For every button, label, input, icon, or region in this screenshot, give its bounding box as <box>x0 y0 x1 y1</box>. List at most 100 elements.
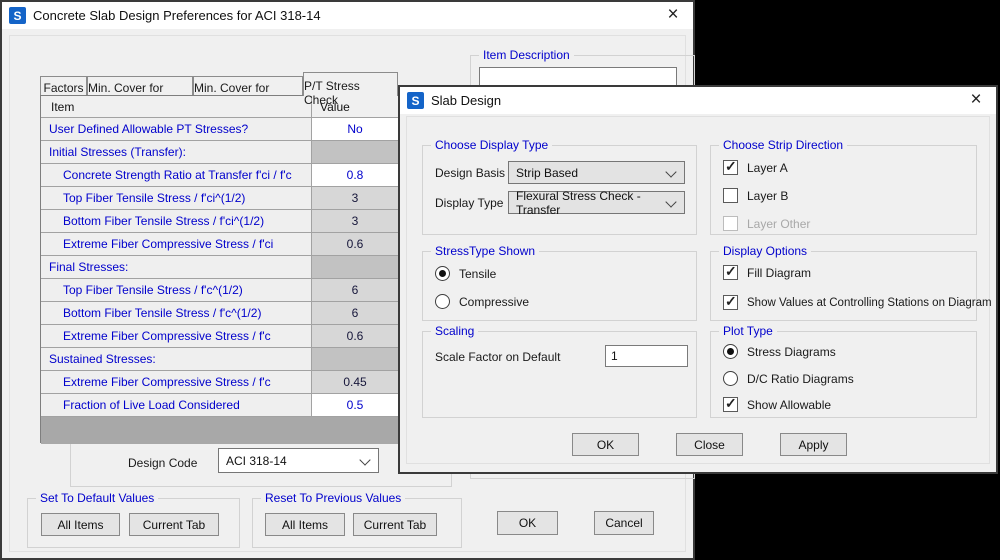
row-item-label: Final Stresses: <box>41 256 312 279</box>
table-filler <box>41 417 398 444</box>
row-item-label: User Defined Allowable PT Stresses? <box>41 118 312 141</box>
tab-min-cover-beams[interactable]: Min. Cover for Beams <box>193 76 303 95</box>
table-row: Initial Stresses (Transfer): <box>41 141 398 164</box>
column-header-item: Item <box>41 96 312 118</box>
show-allowable-checkbox[interactable]: ✓ Show Allowable <box>723 397 831 412</box>
close-button[interactable]: Close <box>676 433 743 456</box>
checkbox-box: ✓ <box>723 216 738 231</box>
design-basis-label: Design Basis <box>435 166 505 180</box>
row-value-cell[interactable]: 0.6 <box>312 233 398 256</box>
table-row: Sustained Stresses: <box>41 348 398 371</box>
radio-dot-icon <box>439 270 446 277</box>
scaling-group: Scaling Scale Factor on Default <box>422 331 697 418</box>
app-icon: S <box>9 7 26 24</box>
reset-previous-current-tab-button[interactable]: Current Tab <box>353 513 437 536</box>
design-code-frame: Design Code ACI 318-14 <box>70 439 452 487</box>
compressive-radio[interactable]: Compressive <box>435 294 529 309</box>
row-value-cell <box>312 256 398 279</box>
apply-button[interactable]: Apply <box>780 433 847 456</box>
choose-display-type-group: Choose Display Type Design Basis Strip B… <box>422 145 697 235</box>
layer-a-checkbox[interactable]: ✓ Layer A <box>723 160 788 175</box>
row-value-cell[interactable]: 3 <box>312 210 398 233</box>
checkbox-box: ✓ <box>723 295 738 310</box>
tab-pt-stress-check[interactable]: P/T Stress Check <box>303 72 398 96</box>
slab-design-title: Slab Design <box>431 93 501 108</box>
row-value-cell[interactable]: 0.6 <box>312 325 398 348</box>
pt-stress-table: Item Value User Defined Allowable PT Str… <box>40 95 399 443</box>
row-item-label: Extreme Fiber Compressive Stress / f'c <box>41 371 312 394</box>
ok-button[interactable]: OK <box>497 511 558 535</box>
check-icon: ✓ <box>725 158 737 175</box>
checkbox-label: Show Values at Controlling Stations on D… <box>747 297 992 309</box>
set-defaults-all-items-button[interactable]: All Items <box>41 513 120 536</box>
row-value-cell <box>312 141 398 164</box>
dc-ratio-diagrams-radio[interactable]: D/C Ratio Diagrams <box>723 371 854 386</box>
table-row: User Defined Allowable PT Stresses? No <box>41 118 398 141</box>
table-row: Extreme Fiber Compressive Stress / f'ci … <box>41 233 398 256</box>
checkbox-box: ✓ <box>723 160 738 175</box>
row-item-label: Initial Stresses (Transfer): <box>41 141 312 164</box>
radio-circle <box>435 294 450 309</box>
layer-b-checkbox[interactable]: ✓ Layer B <box>723 188 788 203</box>
row-value-cell[interactable]: 6 <box>312 279 398 302</box>
ok-button[interactable]: OK <box>572 433 639 456</box>
stress-diagrams-radio[interactable]: Stress Diagrams <box>723 344 836 359</box>
check-icon: ✓ <box>725 395 737 412</box>
radio-dot-icon <box>727 348 734 355</box>
radio-label: Tensile <box>459 267 496 281</box>
tab-label: P/T Stress Check <box>304 79 397 107</box>
table-row: Extreme Fiber Compressive Stress / f'c 0… <box>41 325 398 348</box>
plot-type-label: Plot Type <box>719 324 777 338</box>
reset-previous-group: Reset To Previous Values All Items Curre… <box>252 498 462 548</box>
tab-label: Factors <box>43 81 83 95</box>
row-value-cell[interactable]: 6 <box>312 302 398 325</box>
checkbox-label: Fill Diagram <box>747 266 811 280</box>
table-row: Bottom Fiber Tensile Stress / f'c^(1/2) … <box>41 302 398 325</box>
tab-min-cover-slabs[interactable]: Min. Cover for Slabs <box>87 76 193 95</box>
close-icon[interactable]: × <box>653 2 693 28</box>
display-options-group: Display Options ✓ Fill Diagram ✓ Show Va… <box>710 251 977 321</box>
checkbox-box: ✓ <box>723 188 738 203</box>
set-defaults-current-tab-button[interactable]: Current Tab <box>129 513 219 536</box>
set-defaults-group: Set To Default Values All Items Current … <box>27 498 240 548</box>
row-item-label: Top Fiber Tensile Stress / f'ci^(1/2) <box>41 187 312 210</box>
table-row: Top Fiber Tensile Stress / f'c^(1/2) 6 <box>41 279 398 302</box>
plot-type-group: Plot Type Stress Diagrams D/C Ratio Diag… <box>710 331 977 418</box>
row-value-cell[interactable]: No <box>312 118 398 141</box>
scale-factor-input[interactable] <box>605 345 688 367</box>
table-row: Extreme Fiber Compressive Stress / f'c 0… <box>41 371 398 394</box>
choose-strip-direction-label: Choose Strip Direction <box>719 138 847 152</box>
scaling-label: Scaling <box>431 324 478 338</box>
reset-previous-all-items-button[interactable]: All Items <box>265 513 345 536</box>
table-row: Bottom Fiber Tensile Stress / f'ci^(1/2)… <box>41 210 398 233</box>
row-item-label: Fraction of Live Load Considered <box>41 394 312 417</box>
check-icon: ✓ <box>725 263 737 280</box>
preferences-titlebar: S Concrete Slab Design Preferences for A… <box>2 2 693 29</box>
checkbox-box: ✓ <box>723 265 738 280</box>
row-value-cell[interactable]: 0.8 <box>312 164 398 187</box>
row-value-cell[interactable]: 3 <box>312 187 398 210</box>
row-value-cell <box>312 348 398 371</box>
row-item-label: Extreme Fiber Compressive Stress / f'c <box>41 325 312 348</box>
design-code-select[interactable]: ACI 318-14 <box>218 448 379 473</box>
row-item-label: Bottom Fiber Tensile Stress / f'ci^(1/2) <box>41 210 312 233</box>
row-item-label: Sustained Stresses: <box>41 348 312 371</box>
fill-diagram-checkbox[interactable]: ✓ Fill Diagram <box>723 265 811 280</box>
checkbox-label: Layer A <box>747 161 788 175</box>
display-type-select[interactable]: Flexural Stress Check - Transfer <box>508 191 685 214</box>
tab-factors[interactable]: Factors <box>40 76 87 95</box>
design-basis-select[interactable]: Strip Based <box>508 161 685 184</box>
set-defaults-label: Set To Default Values <box>36 491 158 505</box>
row-item-label: Extreme Fiber Compressive Stress / f'ci <box>41 233 312 256</box>
close-icon[interactable]: × <box>956 87 996 113</box>
tensile-radio[interactable]: Tensile <box>435 266 496 281</box>
design-basis-value: Strip Based <box>516 166 578 180</box>
stress-type-group: StressType Shown Tensile Compressive <box>422 251 697 321</box>
layer-other-checkbox: ✓ Layer Other <box>723 216 810 231</box>
cancel-button[interactable]: Cancel <box>594 511 654 535</box>
checkbox-label: Layer B <box>747 189 788 203</box>
design-code-value: ACI 318-14 <box>226 454 287 468</box>
show-values-checkbox[interactable]: ✓ Show Values at Controlling Stations on… <box>723 295 992 310</box>
row-value-cell[interactable]: 0.45 <box>312 371 398 394</box>
row-value-cell[interactable]: 0.5 <box>312 394 398 417</box>
